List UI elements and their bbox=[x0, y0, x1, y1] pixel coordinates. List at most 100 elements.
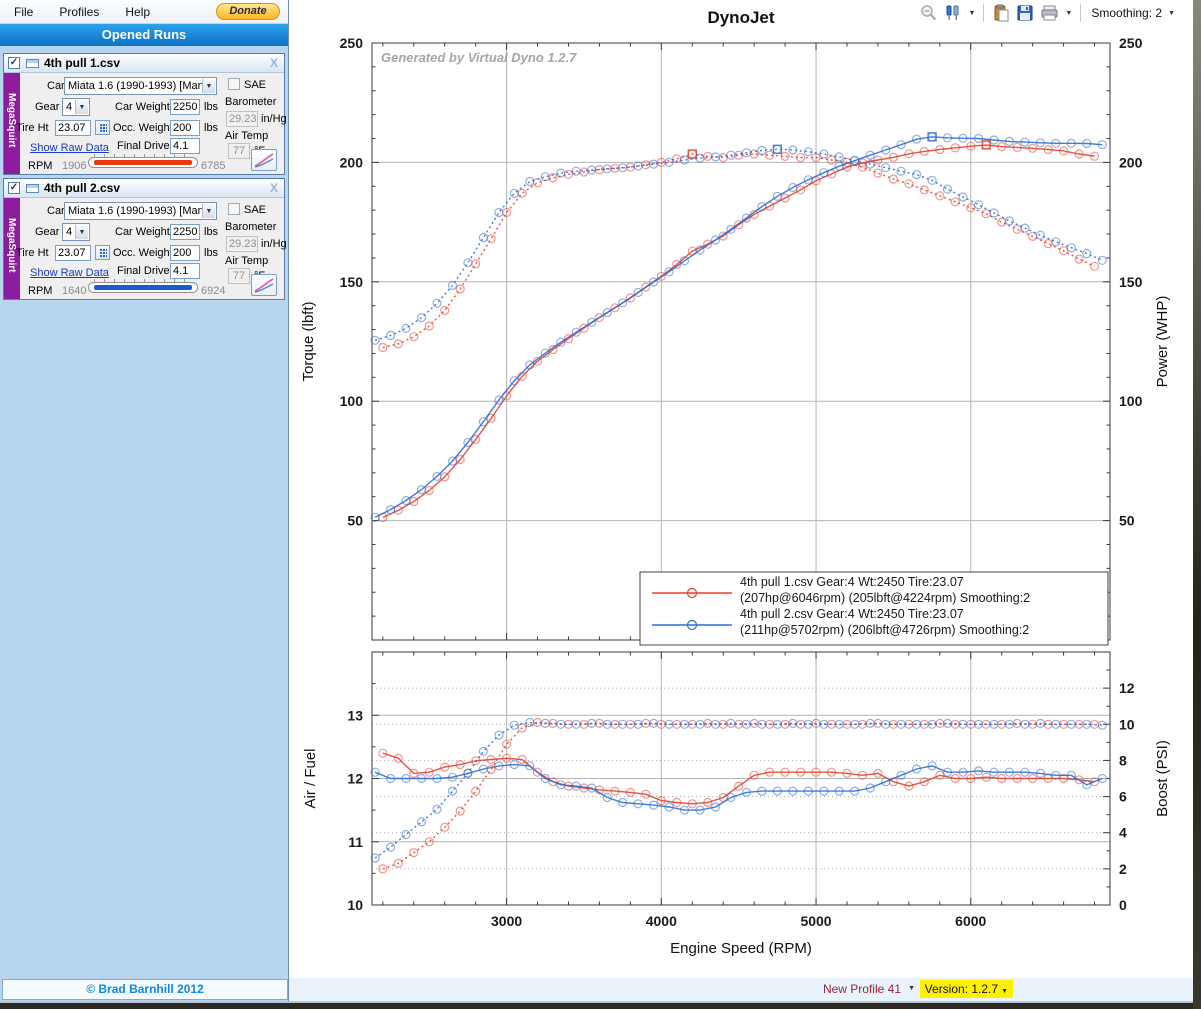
rpm-label: RPM bbox=[28, 160, 52, 172]
car-weight-input[interactable]: 2250 bbox=[170, 99, 200, 115]
toolbar-separator bbox=[983, 4, 984, 22]
run-panel-1: ✓ 4th pull 1.csv X MegaSquirt Car Miata … bbox=[3, 53, 285, 175]
svg-text:150: 150 bbox=[1119, 274, 1143, 290]
paste-icon[interactable] bbox=[992, 4, 1010, 22]
chevron-down-icon: ▼ bbox=[75, 225, 88, 239]
gear-select[interactable]: 4▼ bbox=[62, 223, 90, 241]
final-drive-input[interactable]: 4.1 bbox=[170, 138, 200, 154]
chevron-down-icon[interactable]: ▼ bbox=[1168, 10, 1175, 17]
rpm-min-value: 1640 bbox=[62, 285, 86, 297]
svg-text:10: 10 bbox=[1119, 716, 1135, 732]
graph-button[interactable] bbox=[251, 274, 277, 296]
sae-label: SAE bbox=[244, 204, 266, 216]
slider-track[interactable] bbox=[88, 282, 198, 293]
tire-height-input[interactable]: 23.07 bbox=[55, 245, 91, 261]
sidebar: File Profiles Help Donate Opened Runs ✓ … bbox=[0, 0, 289, 1001]
tire-height-label: Tire Ht bbox=[16, 247, 49, 259]
svg-text:10: 10 bbox=[347, 897, 363, 913]
occ-weight-unit: lbs bbox=[204, 122, 218, 134]
svg-text:8: 8 bbox=[1119, 752, 1127, 768]
menu-help[interactable]: Help bbox=[125, 5, 150, 19]
car-select[interactable]: Miata 1.6 (1990-1993) [Manu▼ bbox=[64, 77, 217, 95]
profile-select[interactable]: New Profile 41 bbox=[823, 982, 901, 996]
car-weight-label: Car Weight bbox=[115, 101, 170, 113]
rpm-max-value: 6785 bbox=[201, 160, 225, 172]
close-icon[interactable]: X bbox=[270, 181, 278, 195]
svg-text:100: 100 bbox=[1119, 393, 1143, 409]
run-title: 4th pull 2.csv bbox=[44, 181, 120, 195]
slider-fill[interactable] bbox=[94, 160, 192, 165]
svg-text:2: 2 bbox=[1119, 861, 1127, 877]
rpm-range-slider[interactable] bbox=[88, 279, 198, 296]
air-temp-input: 77 bbox=[228, 268, 250, 284]
zoom-out-icon[interactable] bbox=[920, 4, 938, 22]
rpm-min-value: 1906 bbox=[62, 160, 86, 172]
donate-button[interactable]: Donate bbox=[216, 3, 280, 20]
show-raw-data-link[interactable]: Show Raw Data bbox=[30, 267, 109, 279]
desktop-edge bbox=[1193, 0, 1201, 1009]
chevron-down-icon[interactable]: ▼ bbox=[1065, 10, 1072, 17]
sae-checkbox[interactable] bbox=[228, 78, 240, 90]
print-icon[interactable] bbox=[1040, 4, 1059, 22]
car-weight-label: Car Weight bbox=[115, 226, 170, 238]
gear-select[interactable]: 4▼ bbox=[62, 98, 90, 116]
gear-label: Gear bbox=[35, 226, 59, 238]
svg-text:(207hp@6046rpm) (205lbft@4224r: (207hp@6046rpm) (205lbft@4224rpm) Smooth… bbox=[740, 591, 1030, 605]
toolbar-separator bbox=[1080, 4, 1081, 22]
tire-calculator-button[interactable] bbox=[95, 120, 110, 135]
tire-height-label: Tire Ht bbox=[16, 122, 49, 134]
opened-runs-header: Opened Runs bbox=[0, 24, 288, 46]
window-icon bbox=[26, 184, 39, 193]
final-drive-input[interactable]: 4.1 bbox=[170, 263, 200, 279]
show-raw-data-link[interactable]: Show Raw Data bbox=[30, 142, 109, 154]
status-bar bbox=[289, 978, 1193, 1001]
car-weight-unit: lbs bbox=[204, 226, 218, 238]
menu-file[interactable]: File bbox=[14, 5, 33, 19]
svg-text:12: 12 bbox=[347, 771, 363, 787]
chevron-down-icon[interactable]: ▼ bbox=[908, 985, 915, 992]
car-select[interactable]: Miata 1.6 (1990-1993) [Manu▼ bbox=[64, 202, 217, 220]
svg-text:4000: 4000 bbox=[646, 913, 677, 929]
chevron-down-icon[interactable]: ▼ bbox=[968, 10, 975, 17]
slider-track[interactable] bbox=[88, 157, 198, 168]
chart-tools-icon[interactable] bbox=[944, 4, 962, 22]
rpm-range-slider[interactable] bbox=[88, 154, 198, 171]
barometer-input: 29.235 bbox=[226, 236, 258, 252]
menu-profiles[interactable]: Profiles bbox=[59, 5, 99, 19]
svg-text:250: 250 bbox=[340, 35, 364, 51]
svg-text:Air / Fuel: Air / Fuel bbox=[302, 748, 319, 808]
occ-weight-input[interactable]: 200 bbox=[170, 245, 200, 261]
occ-weight-label: Occ. Weight bbox=[113, 247, 173, 259]
svg-text:Generated by Virtual Dyno 1.2.: Generated by Virtual Dyno 1.2.7 bbox=[381, 50, 577, 65]
tire-height-input[interactable]: 23.07 bbox=[55, 120, 91, 136]
svg-text:4: 4 bbox=[1119, 825, 1127, 841]
barometer-label: Barometer bbox=[225, 96, 276, 108]
car-weight-input[interactable]: 2250 bbox=[170, 224, 200, 240]
run-enabled-checkbox[interactable]: ✓ bbox=[8, 57, 20, 69]
svg-text:200: 200 bbox=[340, 154, 364, 170]
graph-button[interactable] bbox=[251, 149, 277, 171]
run-title: 4th pull 1.csv bbox=[44, 56, 120, 70]
svg-text:Engine Speed (RPM): Engine Speed (RPM) bbox=[670, 940, 812, 957]
chart-area: DynoJet ▼ ▼ bbox=[289, 0, 1193, 978]
final-drive-label: Final Drive bbox=[117, 265, 170, 277]
occ-weight-unit: lbs bbox=[204, 247, 218, 259]
run-panel-2: ✓ 4th pull 2.csv X MegaSquirt Car Miata … bbox=[3, 178, 285, 300]
svg-text:0: 0 bbox=[1119, 897, 1127, 913]
close-icon[interactable]: X bbox=[270, 56, 278, 70]
smoothing-select[interactable]: Smoothing: 2 bbox=[1091, 6, 1162, 20]
occ-weight-input[interactable]: 200 bbox=[170, 120, 200, 136]
svg-text:3000: 3000 bbox=[491, 913, 522, 929]
svg-text:200: 200 bbox=[1119, 154, 1143, 170]
svg-text:Torque (lbft): Torque (lbft) bbox=[300, 301, 317, 381]
air-temp-label: Air Temp bbox=[225, 130, 268, 142]
chevron-down-icon: ▼ bbox=[75, 100, 88, 114]
save-icon[interactable] bbox=[1016, 4, 1034, 22]
run-enabled-checkbox[interactable]: ✓ bbox=[8, 182, 20, 194]
slider-fill[interactable] bbox=[94, 285, 192, 290]
torque-power-chart: 50100150200250Torque (lbft)5010015020025… bbox=[289, 30, 1193, 650]
version-select[interactable]: Version: 1.2.7▼ bbox=[920, 980, 1013, 998]
run-panel-header: ✓ 4th pull 1.csv X bbox=[4, 54, 284, 73]
tire-calculator-button[interactable] bbox=[95, 245, 110, 260]
sae-checkbox[interactable] bbox=[228, 203, 240, 215]
